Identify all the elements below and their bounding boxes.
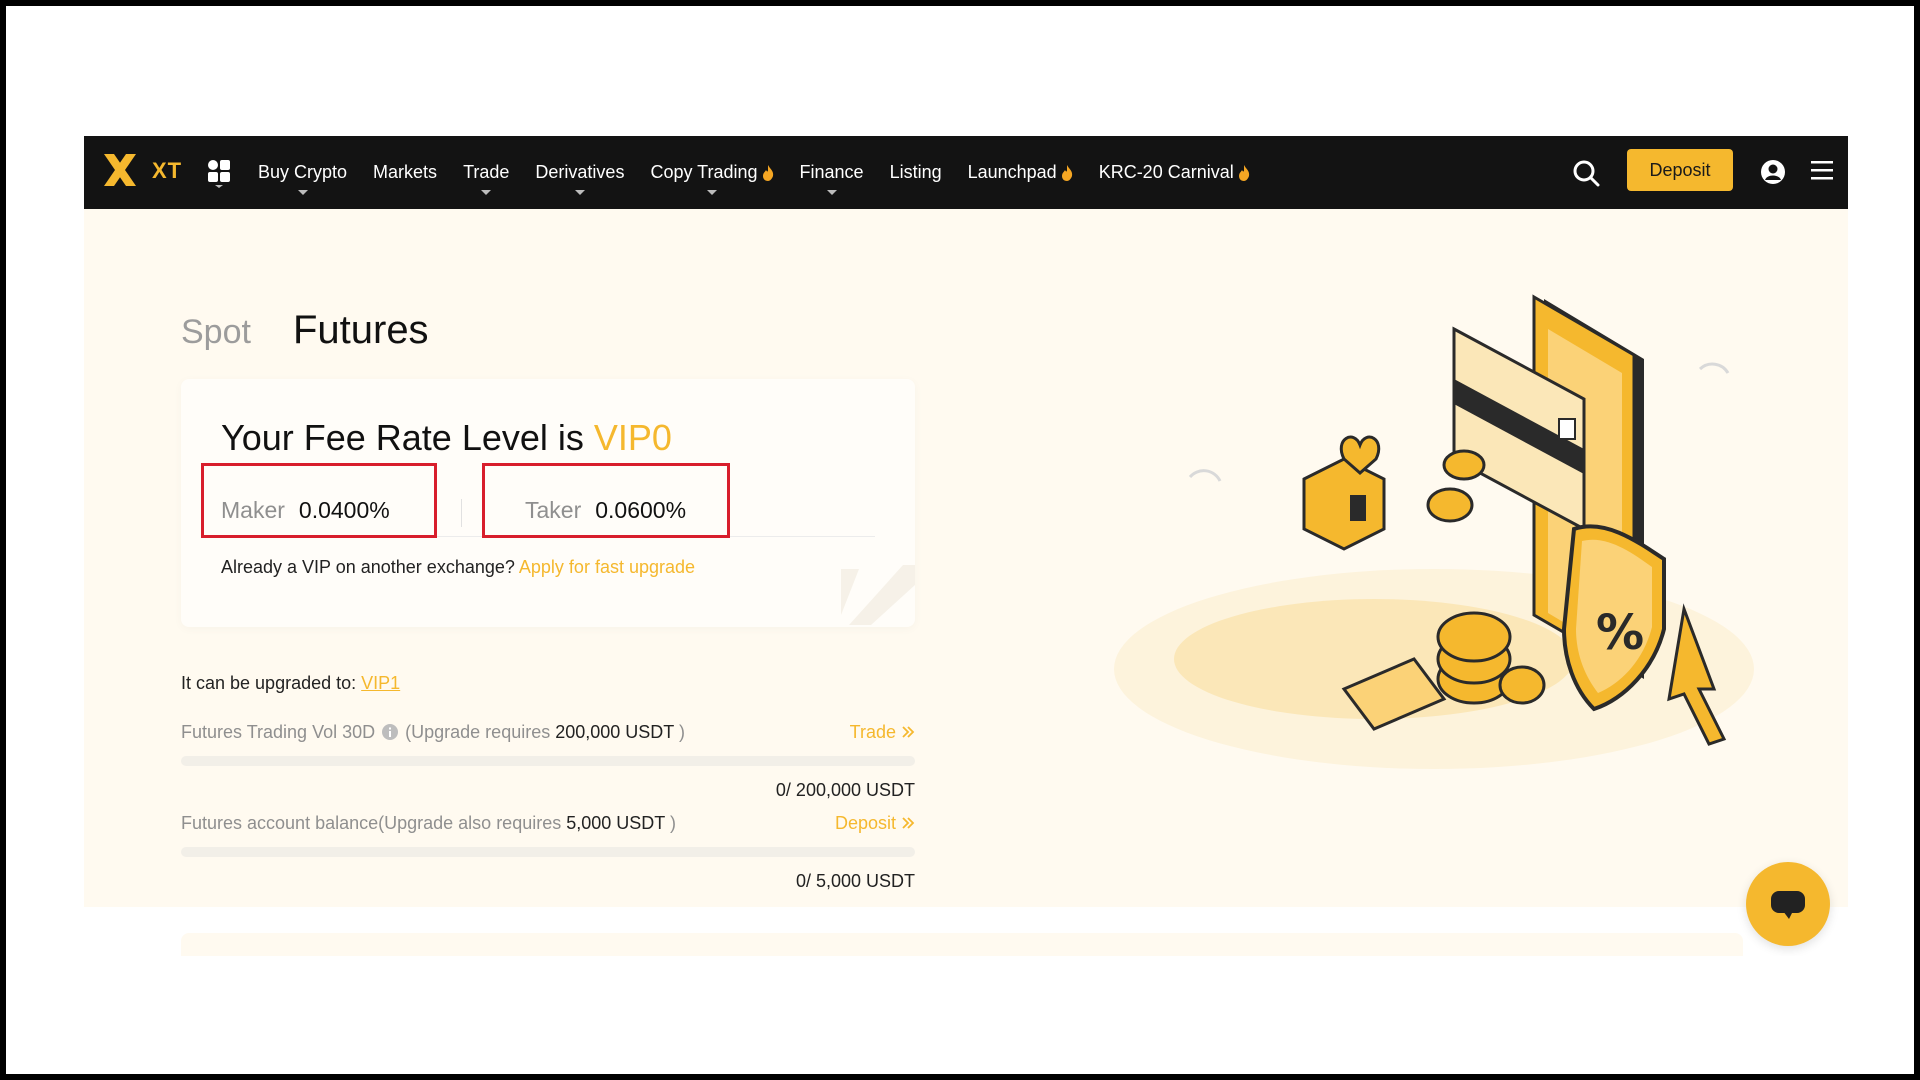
fee-rate-title: Your Fee Rate Level is VIP0 [221,417,672,459]
upgrade-target: It can be upgraded to: VIP1 [181,673,400,694]
requirement-note-suffix: ) [678,722,685,742]
nav-item-label: Markets [373,162,438,182]
taker-highlight-box [482,463,730,538]
info-icon[interactable] [382,724,399,740]
nav-item-derivatives[interactable]: Derivatives [535,136,624,209]
xt-watermark-icon [841,565,915,625]
nav-item-launchpad[interactable]: Launchpad [968,136,1073,209]
requirement-note-prefix: (Upgrade requires [405,722,556,742]
vip-question: Already a VIP on another exchange? [221,557,515,577]
requirement-note-suffix: ) [669,813,676,833]
page: XT Buy Crypto Markets Trade Derivatives Copy… [84,136,1848,956]
nav-item-label: Derivatives [535,162,625,182]
fee-illustration: % [1114,294,1754,769]
fast-upgrade-link[interactable]: Apply for fast upgrade [519,557,695,577]
nav-item-listing[interactable]: Listing [890,136,942,209]
trade-link[interactable]: Trade [850,722,915,743]
nav-item-krc-20-carnival[interactable]: KRC-20 Carnival [1099,136,1250,209]
upgrade-prefix: It can be upgraded to: [181,673,357,693]
tab-spot[interactable]: Spot [181,313,251,352]
requirement-trading-volume: Futures Trading Vol 30D (Upgrade require… [181,722,915,801]
screenshot-canvas: XT Buy Crypto Markets Trade Derivatives Copy… [6,6,1914,1074]
deposit-button[interactable]: Deposit [1627,149,1733,191]
nav-item-label: Trade [463,162,510,182]
chevron-down-icon [297,190,308,195]
fire-icon [1238,164,1249,181]
fee-title-prefix: Your Fee Rate Level is [221,417,594,458]
nav-item-markets[interactable]: Markets [373,136,437,209]
nav-item-label: KRC-20 Carnival [1098,162,1234,182]
market-tabs: Spot Futures [181,308,429,353]
vip-level: VIP0 [593,417,672,458]
upgrade-target-link[interactable]: VIP1 [361,673,400,693]
nav-item-trade[interactable]: Trade [463,136,509,209]
requirement-account-balance: Futures account balance(Upgrade also req… [181,813,915,892]
nav-item-label: Launchpad [967,162,1057,182]
tab-futures[interactable]: Futures [293,308,429,353]
deposit-link-label: Deposit [834,813,896,833]
chevron-down-icon [826,190,837,195]
hamburger-menu-icon[interactable] [1811,160,1833,180]
nav-item-label: Copy Trading [650,162,758,182]
nav-item-label: Listing [889,162,942,182]
requirement-amount: 5,000 USDT [566,813,665,833]
double-chevron-right-icon [902,726,915,738]
top-nav: XT Buy Crypto Markets Trade Derivatives Copy… [84,136,1848,209]
chevron-down-icon [481,190,492,195]
xt-logo-icon[interactable] [100,150,140,190]
logo-text[interactable]: XT [152,158,182,184]
trade-link-label: Trade [849,722,896,742]
maker-highlight-box [201,463,437,538]
chevron-down-icon [706,190,717,195]
chevron-down-icon [574,190,585,195]
svg-text:%: % [1596,605,1644,661]
support-chat-button[interactable] [1746,862,1830,946]
rate-divider [461,499,462,527]
account-balance-progress-value: 0/ 5,000 USDT [795,871,915,891]
fee-rate-section: Spot Futures Your Fee Rate Level is VIP0… [84,209,1848,907]
requirement-label: Futures Trading Vol 30D [181,722,376,742]
chat-icon [1771,891,1805,919]
trading-volume-progress-bar [181,756,915,766]
search-icon[interactable] [1572,159,1600,187]
fire-icon [762,164,773,181]
vip-upgrade-line: Already a VIP on another exchange? Apply… [221,557,695,578]
deposit-link[interactable]: Deposit [835,813,915,834]
nav-menu: Buy Crypto Markets Trade Derivatives Copy Tr… [258,136,1276,209]
apps-grid-icon[interactable] [206,158,232,188]
nav-item-buy-crypto[interactable]: Buy Crypto [258,136,347,209]
nav-item-copy-trading[interactable]: Copy Trading [650,136,773,209]
section-divider [181,933,1743,956]
nav-item-finance[interactable]: Finance [800,136,864,209]
requirement-label: Futures account balance [181,813,379,833]
user-avatar-icon[interactable] [1760,159,1786,185]
nav-item-label: Finance [799,162,864,182]
requirement-note-prefix: (Upgrade also requires [378,813,567,833]
trading-volume-progress-value: 0/ 200,000 USDT [775,780,915,800]
account-balance-progress-bar [181,847,915,857]
nav-item-label: Buy Crypto [258,162,348,182]
double-chevron-right-icon [902,817,915,829]
requirement-amount: 200,000 USDT [555,722,674,742]
fire-icon [1061,164,1072,181]
